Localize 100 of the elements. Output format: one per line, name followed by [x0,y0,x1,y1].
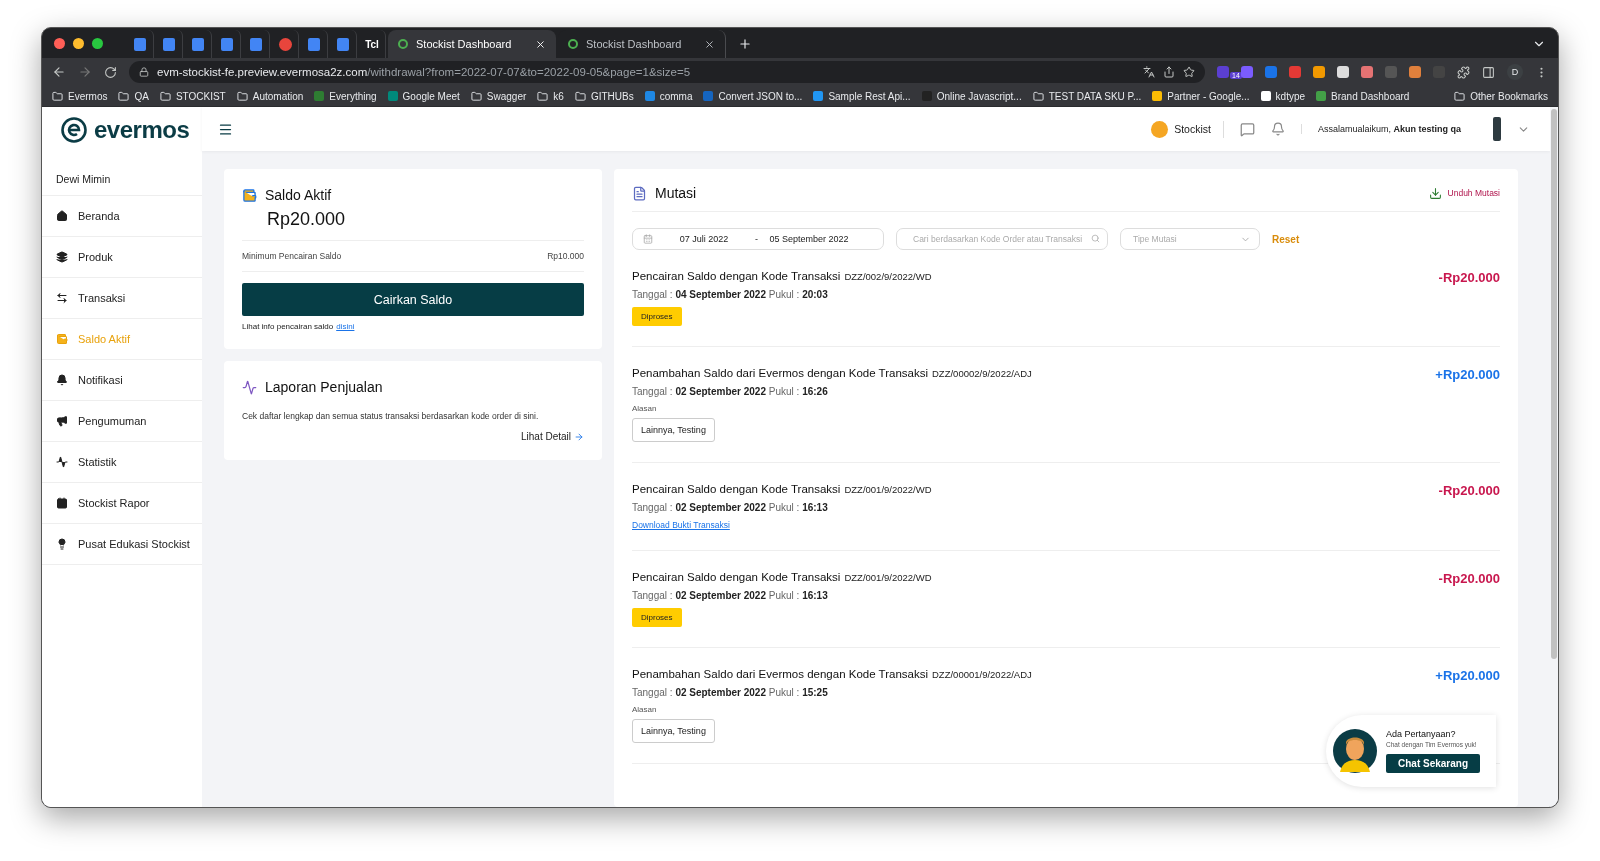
mutation-amount: -Rp20.000 [1438,483,1500,500]
bookmark[interactable]: Online Javascript... [921,90,1022,102]
chat-title: Ada Pertanyaan? [1386,729,1456,739]
transaction-code: DZZ/001/9/2022/WD [844,572,932,583]
home-icon [56,210,68,222]
translate-icon[interactable] [1143,66,1155,78]
card-title: Mutasi [655,185,697,201]
bookmark[interactable]: Evermos [52,90,108,102]
document-icon [632,185,647,201]
support-avatar-icon [1332,728,1378,774]
nav-item[interactable]: Stockist Rapor [42,483,202,524]
greeting-text: Assalamualaikum, Akun testing qa [1300,124,1461,134]
info-link[interactable]: disini [336,322,355,331]
mutation-title: Pencairan Saldo dengan Kode Transaksi [632,571,841,583]
end-date-field[interactable]: 05 September 2022 [768,234,850,244]
document-icon [163,37,175,51]
close-icon[interactable] [704,38,715,50]
extension-icon[interactable] [1409,66,1421,78]
folder-icon [574,90,586,102]
scrollbar-thumb[interactable] [1551,109,1557,659]
bookmark[interactable]: kdtype [1260,90,1306,102]
chat-button[interactable]: Chat Sekarang [1386,754,1481,773]
lock-icon [139,67,149,77]
bookmark[interactable]: TEST DATA SKU P... [1032,90,1142,102]
nav-item[interactable]: Produk [42,237,202,278]
bookmark[interactable]: Other Bookmarks [1454,90,1548,102]
favicon-icon [568,39,578,49]
search-field[interactable]: Cari berdasarkan Kode Order atau Transaksi [896,228,1108,250]
bell-icon[interactable] [1270,122,1285,136]
nav-item[interactable]: Statistik [42,442,202,483]
bookmark[interactable]: Convert JSON to... [703,90,803,102]
star-icon[interactable] [1183,66,1195,78]
transaction-code: DZZ/00002/9/2022/ADJ [932,368,1032,379]
document-icon [308,37,320,51]
puzzle-icon[interactable] [1457,65,1470,79]
bookmark[interactable]: STOCKIST [159,90,226,102]
nav-item[interactable]: Beranda [42,196,202,237]
tab-title: Stockist Dashboard [586,38,683,50]
bookmark[interactable]: Everything [314,90,377,102]
side-panel-icon[interactable] [1482,65,1495,79]
mutation-amount: -Rp20.000 [1438,571,1500,588]
app-icon [278,37,292,51]
nav-item[interactable]: Notifikasi [42,360,202,401]
report-description: Cek daftar lengkap dan semua status transaksi berdasarkan kode order di sini. [242,411,540,421]
new-tab-icon[interactable] [738,37,752,51]
forward-icon[interactable] [78,65,92,79]
extension-icon[interactable] [1313,66,1325,78]
chat-icon[interactable] [1239,121,1255,137]
extension-icon[interactable] [1337,66,1349,78]
arrows-icon [56,292,68,304]
bookmark[interactable]: k6 [537,90,564,102]
wallet-icon [56,333,68,345]
url-text: evm-stockist-fe.preview.evermosa2z.com/withdrawal?from=2022-07-07&to=2022-09-05&page=1&size=5 [157,66,692,78]
download-link[interactable]: Unduh Mutasi [1428,186,1500,200]
arrow-right-icon [574,431,584,442]
minimum-label: Minimum Pencairan Saldo [242,251,342,261]
search-icon [1091,234,1100,243]
balance-amount: Rp20.000 [267,209,347,230]
back-icon[interactable] [52,65,66,79]
extension-icon[interactable] [1361,66,1373,78]
nav-item[interactable]: Pengumuman [42,401,202,442]
bell-icon [56,374,68,386]
document-icon [221,37,233,51]
info-text: Lihat info pencairan saldo [242,322,334,331]
menu-icon[interactable] [218,121,233,137]
close-icon[interactable] [535,38,546,50]
profile-avatar[interactable]: D [1507,64,1523,80]
reload-icon[interactable] [104,65,117,79]
start-date-field[interactable]: 07 Juli 2022 [663,234,745,244]
bookmark[interactable]: Google Meet [387,90,460,102]
minimize-light[interactable] [73,37,84,49]
bookmark[interactable]: Partner - Google... [1152,90,1250,102]
share-icon[interactable] [1163,66,1175,78]
lightbulb-icon [56,538,68,550]
folder-icon [1454,90,1466,102]
address-bar[interactable]: evm-stockist-fe.preview.evermosa2z.com/withdrawal?from=2022-07-07&to=2022-09-05&page=1&size=5 [129,61,1205,83]
user-name: Dewi Mimin [42,153,202,196]
nav-item[interactable]: Transaksi [42,278,202,319]
bookmark[interactable]: comma [644,90,693,102]
bookmark[interactable]: Sample Rest Api... [813,90,911,102]
bookmark[interactable]: GITHUBs [574,90,634,102]
mutation-amount: -Rp20.000 [1438,270,1500,287]
layers-icon [56,251,68,263]
tab-title: Stockist Dashboard [416,38,513,50]
close-light[interactable] [54,37,65,49]
document-icon [250,37,262,51]
logo-icon [60,116,88,144]
nav-item[interactable]: Pusat Edukasi Stockist [42,524,202,565]
download-link[interactable]: Download Bukti Transaksi [632,520,730,530]
withdraw-button[interactable]: Cairkan Saldo [242,283,584,316]
detail-link[interactable]: Lihat Detail [520,431,584,442]
logo-text: evermos [94,116,190,144]
bookmark[interactable]: QA [118,90,149,102]
maximize-light[interactable] [92,37,103,49]
browser-tab[interactable]: Stockist Dashboard [388,30,556,58]
bookmark[interactable]: Swagger [470,90,527,102]
card-title: Saldo Aktif [265,187,332,203]
bookmark[interactable]: Automation [236,90,304,102]
bookmark[interactable]: Brand Dashboard [1316,90,1410,102]
folder-icon [118,90,130,102]
